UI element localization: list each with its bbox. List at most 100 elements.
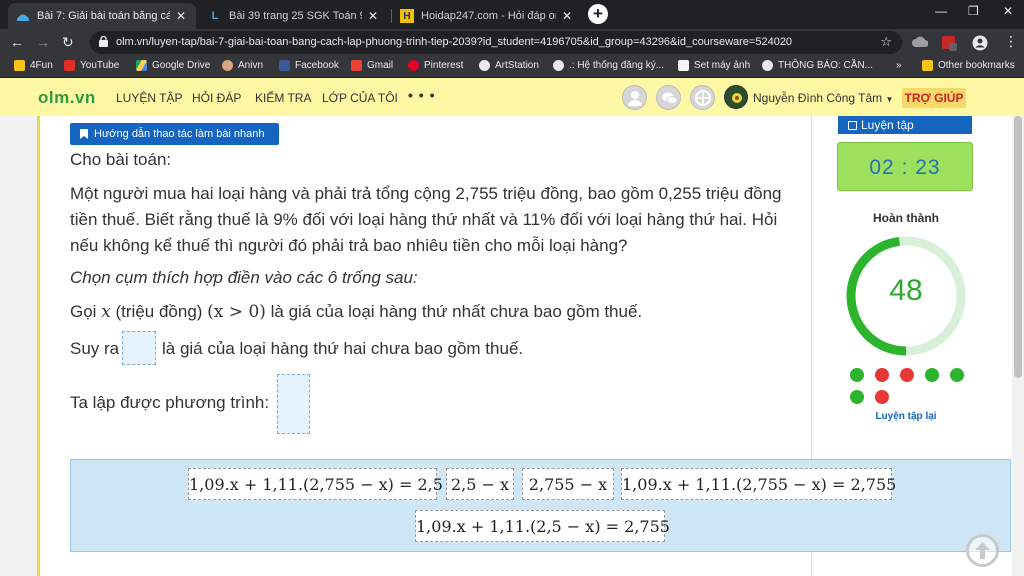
nav-luyen-tap[interactable]: LUYỆN TẬP xyxy=(116,91,182,105)
folder-icon xyxy=(14,60,25,71)
more-menu-icon[interactable]: • • • xyxy=(408,87,435,103)
close-window-icon[interactable]: ✕ xyxy=(1003,4,1013,18)
other-bookmarks[interactable]: Other bookmarks xyxy=(922,60,1015,71)
restore-icon[interactable]: ❐ xyxy=(968,4,979,18)
statement-line-2-start: Suy ra xyxy=(70,339,120,358)
bookmark-gmail[interactable]: Gmail xyxy=(351,60,393,71)
gmail-icon xyxy=(351,60,362,71)
bookmark-artstation[interactable]: ArtStation xyxy=(479,60,539,71)
result-dot-correct xyxy=(925,368,939,382)
redo-link[interactable]: Luyện tập lại xyxy=(812,411,1000,422)
answer-chip[interactable]: 1,09.x + 1,11.(2,755 − x) = 2,755 xyxy=(621,468,896,500)
guide-button[interactable]: Hướng dẫn thao tác làm bài nhanh xyxy=(70,123,279,145)
hoidap247-favicon-icon: H xyxy=(400,9,414,23)
close-tab-icon[interactable]: ✕ xyxy=(366,9,380,23)
bookmark-facebook[interactable]: Facebook xyxy=(279,60,339,71)
folder-icon xyxy=(922,60,933,71)
bookmarks-overflow[interactable]: » xyxy=(896,60,902,71)
answer-chip[interactable]: 2,5 − x xyxy=(446,468,514,500)
bookmark-he-thong[interactable]: .: Hệ thống đăng ký... xyxy=(553,60,664,71)
facebook-icon xyxy=(279,60,290,71)
bookmark-set-may-anh[interactable]: Set máy ảnh xyxy=(678,60,750,71)
olm-favicon-icon xyxy=(16,9,30,23)
bookmark-label: THÔNG BÁO: CẦN... xyxy=(778,60,874,71)
bookmark-4fun[interactable]: 4Fun xyxy=(14,60,53,71)
bookmark-label: Set máy ảnh xyxy=(694,60,751,71)
nav-lop-cua-toi[interactable]: LỚP CỦA TÔI xyxy=(322,91,398,105)
help-button[interactable]: TRỢ GIÚP xyxy=(902,88,966,108)
user-glyph xyxy=(628,91,642,106)
nav-hoi-dap[interactable]: HỎI ĐÁP xyxy=(192,91,241,105)
page-icon xyxy=(678,60,689,71)
olm-logo[interactable]: olm.vn xyxy=(38,88,96,108)
menu-kebab-icon[interactable]: ⋮ xyxy=(1004,33,1018,50)
result-dot-wrong xyxy=(875,368,889,382)
statement-line-2-end: là giá của loại hàng thứ hai chưa bao gồ… xyxy=(162,339,524,358)
username-menu[interactable]: Nguyễn Đình Công Tâm ▼ xyxy=(753,91,893,105)
bookmark-label: .: Hệ thống đăng ký... xyxy=(569,60,665,71)
practice-tab[interactable]: Luyện tập xyxy=(838,116,972,134)
close-tab-icon[interactable]: ✕ xyxy=(560,9,574,23)
browser-tab[interactable]: L Bài 39 trang 25 SGK Toán 9 tập 2 ✕ xyxy=(200,3,388,29)
avatar[interactable] xyxy=(724,85,748,109)
url-text: olm.vn/luyen-tap/bai-7-giai-bai-toan-ban… xyxy=(116,36,793,48)
scroll-to-top-button[interactable] xyxy=(966,534,999,567)
result-dot-correct xyxy=(850,368,864,382)
messages-icon[interactable] xyxy=(656,85,681,110)
minimize-icon[interactable]: — xyxy=(935,4,947,18)
username-label: Nguyễn Đình Công Tâm xyxy=(753,91,883,105)
bookmark-label: ArtStation xyxy=(495,60,539,71)
bookmark-label: Facebook xyxy=(295,60,339,71)
lock-icon xyxy=(99,36,108,47)
account-icon[interactable] xyxy=(622,85,647,110)
result-dot-correct xyxy=(950,368,964,382)
answer-chip[interactable]: 1,09.x + 1,11.(2,755 − x) = 2,5 xyxy=(188,468,443,500)
caret-down-icon: ▼ xyxy=(885,95,894,104)
reload-icon[interactable]: ↻ xyxy=(62,34,74,51)
bookmark-label: Other bookmarks xyxy=(938,60,1015,71)
answer-chip[interactable]: 1,09.x + 1,11.(2,5 − x) = 2,755 xyxy=(415,510,670,542)
bookmarks-bar: 4Fun YouTube Google Drive Anivn Facebook… xyxy=(0,56,1024,78)
answer-blank-2[interactable] xyxy=(277,374,310,434)
pinterest-icon xyxy=(408,60,419,71)
nav-kiem-tra[interactable]: KIỂM TRA xyxy=(255,91,311,105)
anivn-icon xyxy=(222,60,233,71)
profile-icon[interactable] xyxy=(972,35,988,51)
line1-text-a: Gọi xyxy=(70,302,102,321)
browser-tab-active[interactable]: Bài 7: Giải bài toán bằng cách lập ✕ xyxy=(8,3,196,29)
globe-icon xyxy=(762,60,773,71)
new-tab-button[interactable]: + xyxy=(588,4,608,24)
youtube-icon xyxy=(64,60,75,71)
bookmark-youtube[interactable]: YouTube xyxy=(64,60,119,71)
browser-tab[interactable]: H Hoidap247.com - Hỏi đáp online ✕ xyxy=(392,3,582,29)
back-icon[interactable]: ← xyxy=(10,34,24,50)
score-value: 48 xyxy=(889,274,923,307)
result-dot-correct xyxy=(850,390,864,404)
google-drive-icon xyxy=(136,60,147,71)
browser-toolbar: ← → ↻ olm.vn/luyen-tap/bai-7-giai-bai-to… xyxy=(0,29,1024,56)
address-bar[interactable]: olm.vn/luyen-tap/bai-7-giai-bai-toan-ban… xyxy=(90,31,902,54)
bookmark-pinterest[interactable]: Pinterest xyxy=(408,60,463,71)
result-dot-wrong xyxy=(875,390,889,404)
forward-icon[interactable]: → xyxy=(36,34,50,50)
browser-tab-strip: Bài 7: Giải bài toán bằng cách lập ✕ L B… xyxy=(0,0,1024,29)
answer-chip[interactable]: 2,755 − x xyxy=(522,468,614,500)
globe-notification-icon[interactable] xyxy=(690,85,715,110)
scrollbar-thumb[interactable] xyxy=(1014,116,1022,378)
close-tab-icon[interactable]: ✕ xyxy=(174,9,188,23)
completion-label: Hoàn thành xyxy=(873,211,939,225)
tab-title: Bài 39 trang 25 SGK Toán 9 tập 2 xyxy=(229,10,362,22)
bookmark-label: Pinterest xyxy=(424,60,464,71)
answer-blank-1[interactable] xyxy=(122,331,156,365)
loigiaihay-favicon-icon: L xyxy=(211,10,219,22)
extension-badge-icon[interactable] xyxy=(941,35,957,51)
line1-text-c: là giá của loại hàng thứ nhất chưa bao g… xyxy=(265,302,643,321)
overflow-chevron-icon: » xyxy=(896,60,902,71)
practice-tab-label: Luyện tập xyxy=(861,118,914,132)
bookmark-thong-bao[interactable]: THÔNG BÁO: CẦN... xyxy=(762,60,873,71)
bookmark-google-drive[interactable]: Google Drive xyxy=(136,60,210,71)
bookmark-star-icon[interactable]: ☆ xyxy=(880,34,892,50)
cloud-extension-icon[interactable] xyxy=(912,35,928,49)
prompt-text: Cho bài toán: xyxy=(70,150,172,169)
bookmark-anivn[interactable]: Anivn xyxy=(222,60,263,71)
